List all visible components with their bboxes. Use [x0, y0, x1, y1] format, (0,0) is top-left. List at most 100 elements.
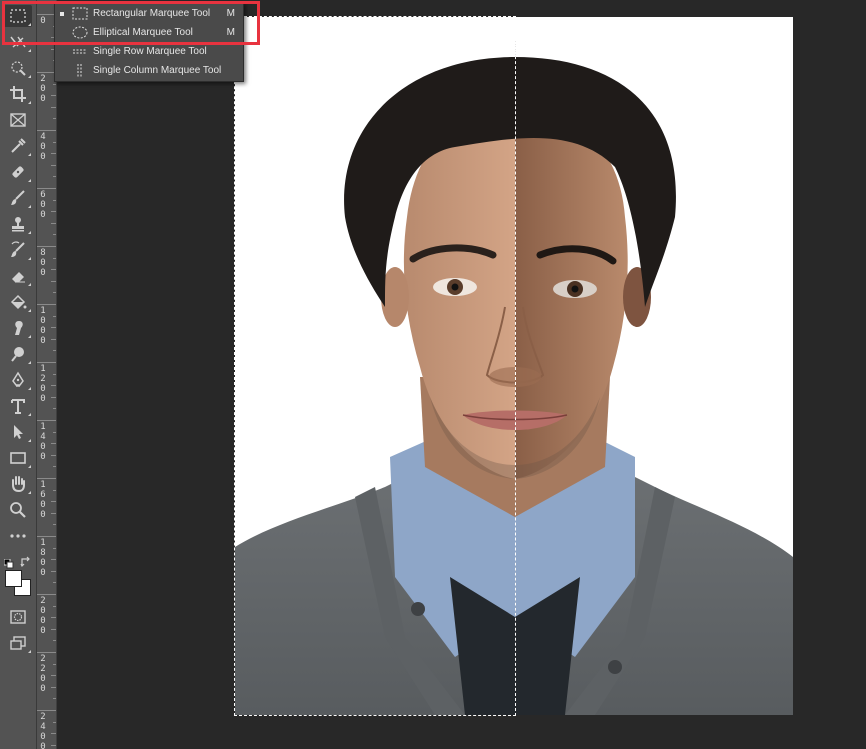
ruler-label: 2 4 0 0 — [40, 712, 46, 749]
ruler-tick-mark — [51, 338, 56, 340]
selected-bullet-icon — [60, 11, 64, 16]
ruler-tick-mark — [53, 315, 56, 317]
ellipse-dashed-icon — [72, 26, 88, 40]
ruler-tick-mark — [51, 570, 56, 572]
default-colors-icon[interactable] — [3, 554, 14, 569]
ruler-tick-mark — [53, 524, 56, 526]
swap-colors-icon[interactable] — [20, 553, 32, 568]
flyout-item-rectangular-marquee[interactable]: Rectangular Marquee Tool M — [55, 4, 243, 23]
smudge-icon[interactable] — [4, 317, 32, 339]
ruler-tick-mark — [37, 652, 56, 653]
rectangular-marquee-icon[interactable] — [4, 5, 32, 27]
foreground-color-swatch[interactable] — [5, 570, 22, 587]
flyout-item-label: Single Column Marquee Tool — [93, 65, 222, 76]
rectangle-shape-icon[interactable] — [4, 447, 32, 469]
rectangle-dashed-icon — [72, 7, 88, 21]
ruler-tick-mark — [37, 710, 56, 711]
ruler-tick-mark — [53, 118, 56, 120]
quick-selection-icon[interactable] — [4, 57, 32, 79]
ruler-tick-mark — [37, 420, 56, 421]
flyout-item-shortcut: M — [226, 27, 235, 38]
ruler-tick-mark — [53, 489, 56, 491]
ruler-tick-mark — [51, 211, 56, 213]
ruler-tick-mark — [53, 83, 56, 85]
ruler-tick-mark — [53, 141, 56, 143]
ruler-tick-mark — [37, 304, 56, 305]
ruler-tick-mark — [51, 153, 56, 155]
ruler-tick-mark — [51, 269, 56, 271]
crop-icon[interactable] — [4, 83, 32, 105]
more-tools-icon[interactable] — [4, 525, 32, 547]
ruler-tick-mark — [53, 257, 56, 259]
ruler-tick-mark — [51, 443, 56, 445]
ruler-tick-mark — [53, 234, 56, 236]
ruler-tick-mark — [51, 559, 56, 561]
flyout-item-single-column-marquee[interactable]: Single Column Marquee Tool — [55, 61, 243, 80]
ruler-tick-mark — [53, 431, 56, 433]
vertical-ruler: 0 2 0 0 4 0 0 6 0 0 8 0 0 1 0 0 0 1 2 0 0 1 4 0… — [37, 0, 57, 749]
ruler-tick-mark — [53, 350, 56, 352]
single-column-icon — [72, 64, 88, 78]
photoshop-workspace: 0 2 0 0 4 0 0 6 0 0 8 0 0 1 0 0 0 1 2 0 0 1 4 0… — [0, 0, 866, 749]
zoom-icon[interactable] — [4, 499, 32, 521]
ruler-label: 6 0 0 — [40, 190, 46, 220]
quick-mask-icon[interactable] — [4, 606, 32, 628]
ruler-tick-mark — [37, 362, 56, 363]
ruler-tick-mark — [37, 188, 56, 189]
clone-stamp-icon[interactable] — [4, 213, 32, 235]
flyout-item-elliptical-marquee[interactable]: Elliptical Marquee Tool M — [55, 23, 243, 42]
hand-icon[interactable] — [4, 473, 32, 495]
frame-icon[interactable] — [4, 109, 32, 131]
type-icon[interactable] — [4, 395, 32, 417]
eyedropper-icon[interactable] — [4, 135, 32, 157]
marquee-tool-flyout: Rectangular Marquee Tool M Elliptical Ma… — [54, 2, 244, 82]
brush-icon[interactable] — [4, 187, 32, 209]
flyout-item-label: Elliptical Marquee Tool — [93, 27, 193, 38]
ruler-tick-mark — [51, 95, 56, 97]
portrait-photo — [235, 17, 793, 715]
ruler-label: 2 2 0 0 — [40, 654, 46, 694]
ruler-label: 1 8 0 0 — [40, 538, 46, 578]
ruler-tick-mark — [53, 373, 56, 375]
healing-brush-icon[interactable] — [4, 161, 32, 183]
ruler-label: 1 2 0 0 — [40, 364, 46, 404]
ruler-tick-mark — [51, 385, 56, 387]
ruler-tick-mark — [53, 547, 56, 549]
ruler-tick-mark — [53, 176, 56, 178]
dodge-icon[interactable] — [4, 343, 32, 365]
ruler-tick-mark — [51, 675, 56, 677]
path-selection-icon[interactable] — [4, 421, 32, 443]
ruler-tick-mark — [53, 698, 56, 700]
document-image — [235, 17, 793, 715]
flyout-item-shortcut: M — [226, 8, 235, 19]
ruler-tick-mark — [53, 721, 56, 723]
pen-icon[interactable] — [4, 369, 32, 391]
ruler-tick-mark — [53, 466, 56, 468]
tools-panel — [0, 0, 37, 749]
ruler-tick-mark — [53, 605, 56, 607]
ruler-label: 1 0 0 0 — [40, 306, 46, 346]
eraser-icon[interactable] — [4, 265, 32, 287]
ruler-tick-mark — [53, 292, 56, 294]
history-brush-icon[interactable] — [4, 239, 32, 261]
ruler-label: 4 0 0 — [40, 132, 46, 162]
flyout-item-single-row-marquee[interactable]: Single Row Marquee Tool — [55, 42, 243, 61]
ruler-label: 2 0 0 0 — [40, 596, 46, 636]
ruler-tick-mark — [51, 106, 56, 108]
ruler-tick-mark — [53, 663, 56, 665]
ruler-tick-mark — [51, 686, 56, 688]
screen-mode-icon[interactable] — [4, 632, 32, 654]
ruler-label: 1 4 0 0 — [40, 422, 46, 462]
ruler-tick-mark — [53, 582, 56, 584]
ruler-tick-mark — [53, 408, 56, 410]
ruler-tick-mark — [53, 199, 56, 201]
ruler-tick-mark — [51, 454, 56, 456]
ruler-tick-mark — [37, 478, 56, 479]
ruler-label: 0 — [40, 16, 46, 26]
ruler-tick-mark — [53, 640, 56, 642]
move-icon[interactable] — [4, 31, 32, 53]
ruler-tick-mark — [51, 744, 56, 746]
ruler-tick-mark — [37, 130, 56, 131]
paint-bucket-icon[interactable] — [4, 291, 32, 313]
ruler-tick-mark — [51, 628, 56, 630]
